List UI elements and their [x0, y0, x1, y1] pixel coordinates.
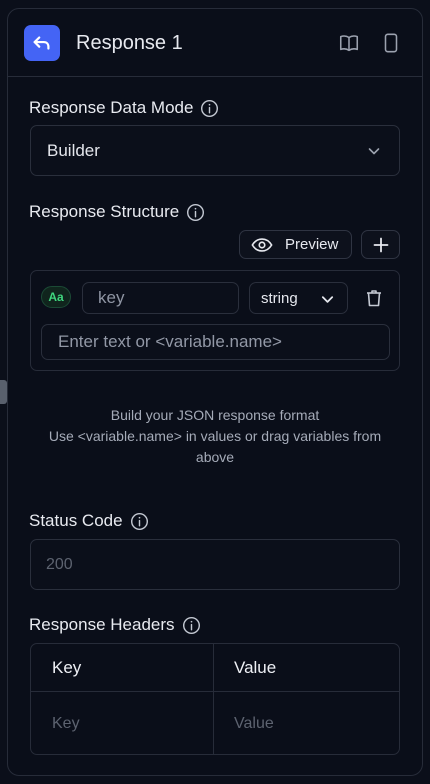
- help-line-1: Build your JSON response format: [110, 407, 320, 423]
- response-headers-table: Key Value Key Value: [30, 643, 400, 755]
- info-icon[interactable]: [182, 616, 201, 635]
- field-value-input[interactable]: Enter text or <variable.name>: [41, 324, 390, 360]
- structure-label: Response Structure: [29, 201, 205, 223]
- column-divider: [213, 644, 214, 754]
- field-key-input[interactable]: key: [82, 282, 239, 314]
- preview-button[interactable]: Preview: [239, 230, 352, 259]
- header-value-input[interactable]: Value: [213, 692, 399, 754]
- eye-icon: [251, 237, 273, 253]
- plus-icon: [373, 237, 389, 253]
- status-code-label-text: Status Code: [29, 511, 123, 530]
- chevron-down-icon: [365, 142, 383, 160]
- trash-icon[interactable]: [363, 287, 385, 309]
- field-type-value: string: [261, 289, 298, 307]
- mobile-device-icon[interactable]: [379, 31, 403, 55]
- structure-label-text: Response Structure: [29, 202, 180, 221]
- info-icon[interactable]: [130, 512, 149, 531]
- panel-resize-handle[interactable]: [0, 380, 7, 404]
- column-header-key: Key: [31, 644, 213, 692]
- panel-header: Response 1: [8, 9, 422, 77]
- header-key-input[interactable]: Key: [31, 692, 213, 754]
- info-icon[interactable]: [186, 203, 205, 222]
- data-mode-select[interactable]: Builder: [30, 125, 400, 176]
- reply-arrow-icon: [24, 25, 60, 61]
- response-headers-label: Response Headers: [29, 614, 201, 636]
- response-headers-label-text: Response Headers: [29, 615, 175, 634]
- info-icon[interactable]: [200, 99, 219, 118]
- status-code-input[interactable]: 200: [30, 539, 400, 590]
- structure-field-row: Aa key string Enter text or <variable.na…: [30, 270, 400, 371]
- field-type-select[interactable]: string: [249, 282, 348, 314]
- help-line-2: Use <variable.name> in values or drag va…: [48, 428, 382, 465]
- structure-help-text: Build your JSON response format Use <var…: [30, 405, 400, 468]
- data-mode-selected-value: Builder: [47, 141, 100, 160]
- add-field-button[interactable]: [361, 230, 400, 259]
- response-panel: Response 1 Response Data Mode Builder Re…: [7, 8, 423, 776]
- data-mode-label: Response Data Mode: [29, 97, 219, 119]
- field-type-badge[interactable]: Aa: [41, 286, 71, 308]
- status-code-label: Status Code: [29, 510, 149, 532]
- preview-button-label: Preview: [285, 236, 339, 253]
- book-open-icon[interactable]: [337, 31, 361, 55]
- column-header-value: Value: [213, 644, 399, 692]
- data-mode-label-text: Response Data Mode: [29, 98, 194, 117]
- panel-title: Response 1: [76, 32, 183, 54]
- chevron-down-icon: [319, 291, 335, 307]
